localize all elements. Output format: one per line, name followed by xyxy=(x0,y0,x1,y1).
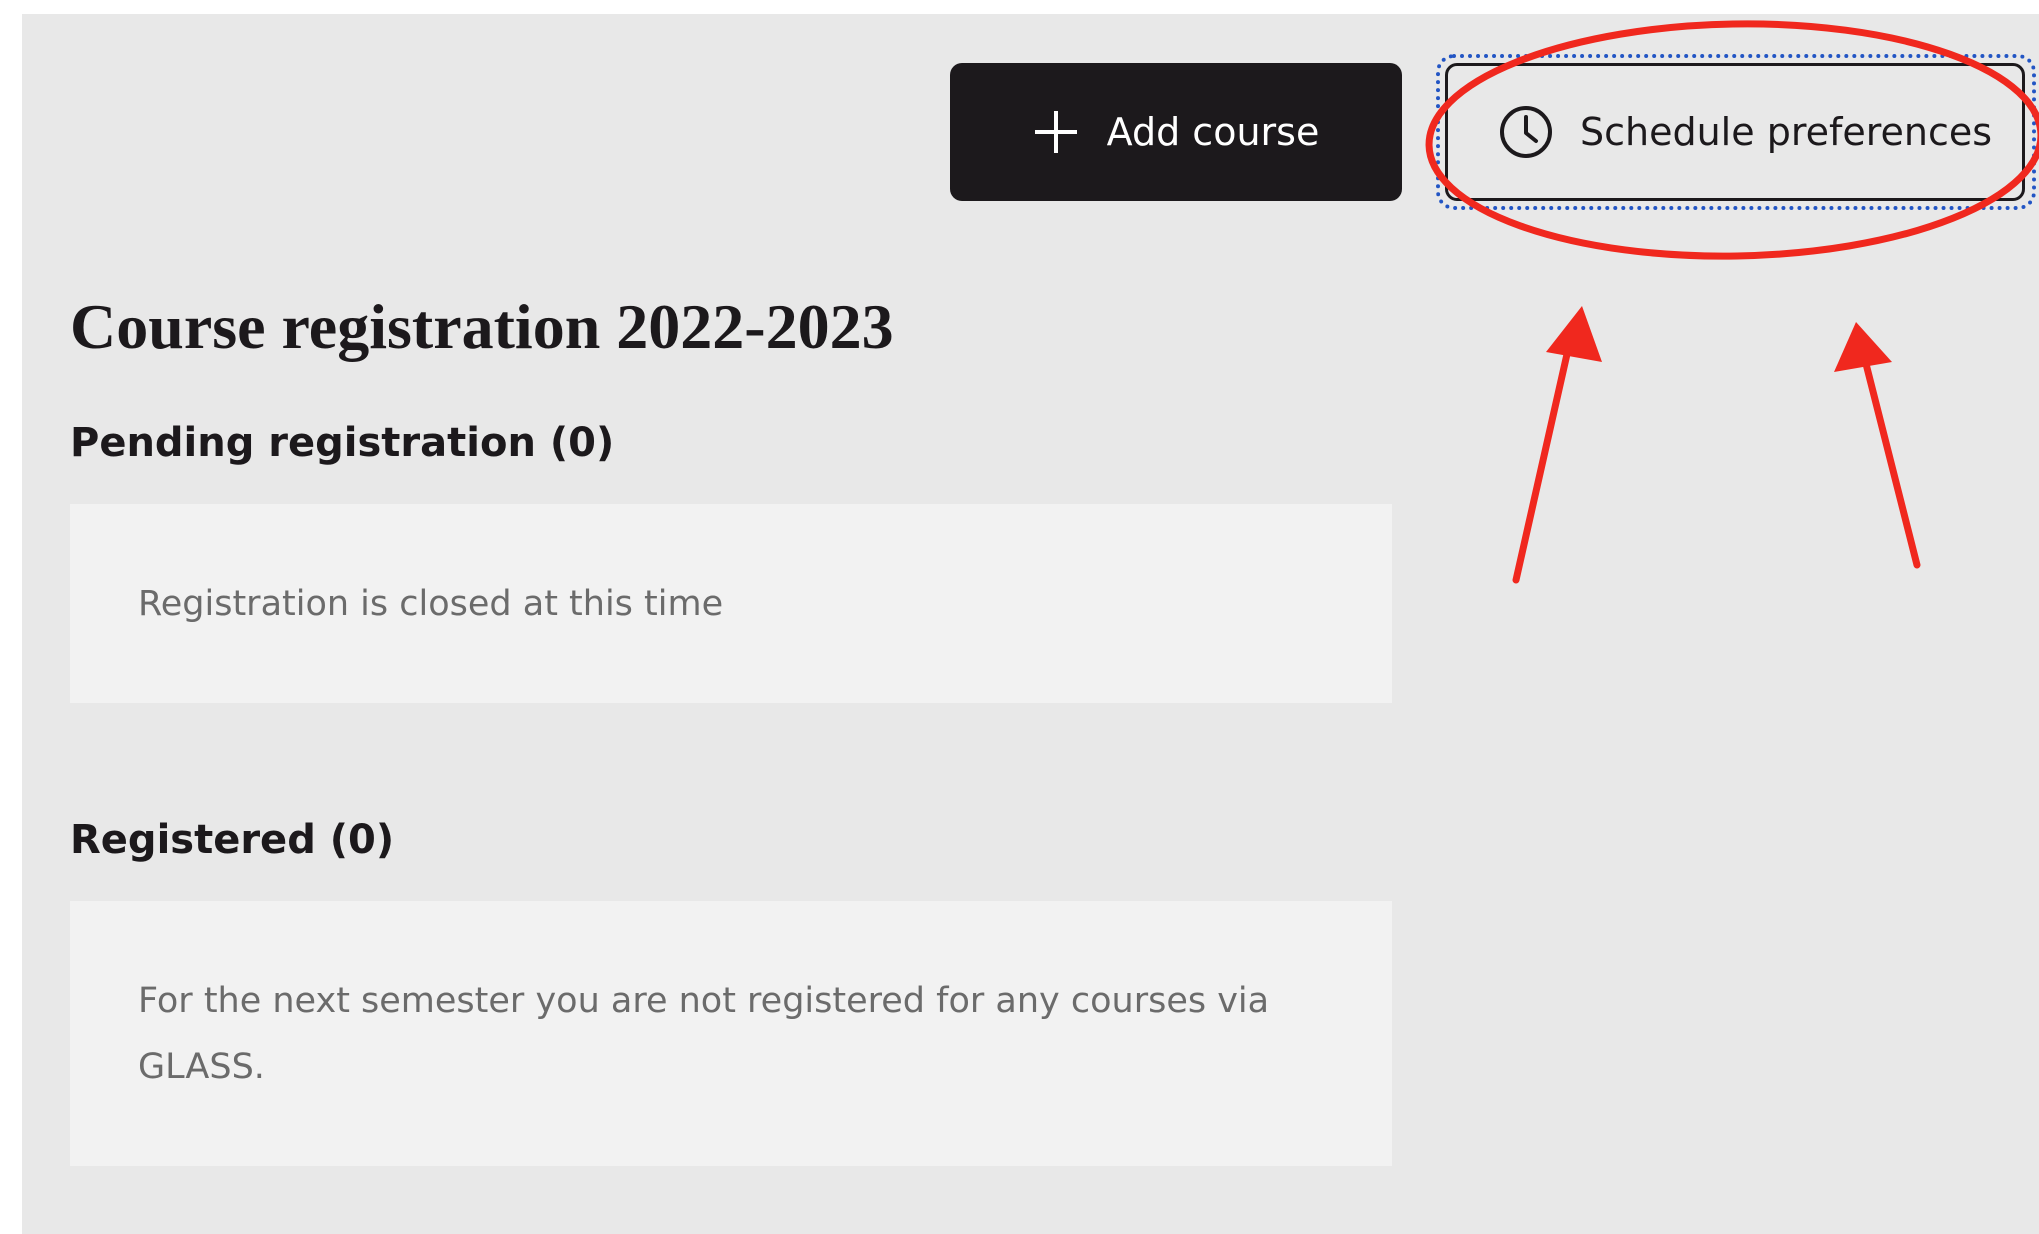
schedule-preferences-label: Schedule preferences xyxy=(1580,110,1993,154)
registered-message: For the next semester you are not regist… xyxy=(138,980,1270,1087)
add-course-label: Add course xyxy=(1106,110,1320,154)
pending-registration-box: Registration is closed at this time xyxy=(70,504,1392,703)
pending-registration-heading: Pending registration (0) xyxy=(70,420,615,466)
page-canvas: Add course Schedule preferences Course r… xyxy=(0,0,2039,1234)
page-title: Course registration 2022-2023 xyxy=(70,291,894,362)
pending-registration-message: Registration is closed at this time xyxy=(138,583,724,624)
add-course-button[interactable]: Add course xyxy=(950,63,1402,201)
schedule-preferences-button[interactable]: Schedule preferences xyxy=(1445,63,2025,201)
registered-heading: Registered (0) xyxy=(70,817,395,863)
registered-box: For the next semester you are not regist… xyxy=(70,901,1392,1166)
plus-icon xyxy=(1033,109,1079,155)
clock-icon xyxy=(1498,104,1554,160)
